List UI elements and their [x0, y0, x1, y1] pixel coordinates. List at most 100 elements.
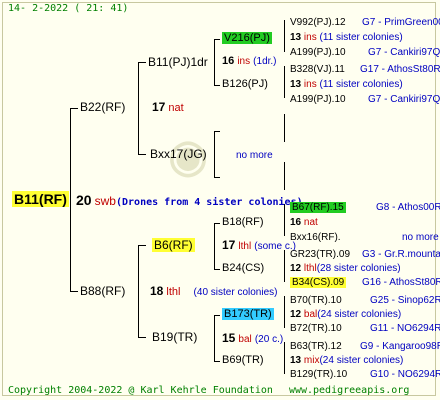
l1-info: 15 bal (20 c.) — [222, 331, 283, 345]
tree-line — [284, 204, 285, 236]
l1b-breed: bal — [303, 309, 318, 320]
tree-line — [214, 39, 215, 85]
tree-line — [284, 162, 285, 190]
l1-gen: 15 — [222, 331, 236, 345]
m1b: 13 ins (11 sister colonies) — [290, 32, 403, 43]
tree-line — [214, 315, 215, 361]
sire-mother-node[interactable]: B11(PJ)1dr — [148, 55, 208, 69]
sire-breed: nat — [168, 102, 184, 114]
root-id[interactable]: B11(RF) — [12, 191, 69, 207]
root-note: (Drones from 4 sister colonies) — [115, 197, 303, 208]
tree-line — [138, 245, 146, 246]
tree-line — [284, 296, 285, 328]
upper-node[interactable]: B6(RF) — [152, 238, 195, 252]
tree-line — [284, 250, 285, 282]
tree-line — [214, 39, 220, 40]
m2-node[interactable]: B126(PJ) — [222, 78, 268, 90]
m1c-line: G7 - Cankiri97Q — [368, 47, 440, 58]
u1b-breed: nat — [303, 217, 318, 228]
l1-note: (20 c.) — [254, 334, 284, 345]
m1-breed: ins — [237, 56, 251, 67]
u2b-breed: lthl — [303, 263, 317, 274]
dam-gen: 18 — [150, 284, 164, 298]
upper-info: 17 lthl (some c.) — [222, 238, 296, 252]
l1c-id[interactable]: B72(TR).10 — [290, 323, 342, 334]
upper-id[interactable]: B6(RF) — [152, 238, 195, 252]
l2b-gen: 13 — [290, 355, 302, 366]
u2-node[interactable]: B24(CS) — [222, 262, 264, 274]
m2c-line: G7 - Cankiri97Q — [368, 94, 440, 105]
l2c-line: G10 - NO6294R — [370, 369, 440, 380]
tree-line — [284, 342, 285, 374]
u2c-line: G16 - AthosSt80R — [362, 277, 440, 288]
l2-node[interactable]: B69(TR) — [222, 354, 264, 366]
m2b-breed: ins — [303, 79, 317, 90]
l1-breed: bal — [238, 334, 252, 345]
u1-node[interactable]: B18(RF) — [222, 216, 264, 228]
tree-line — [138, 62, 146, 63]
l2c-id[interactable]: B129(TR).10 — [290, 369, 347, 380]
l1b-note: (24 sister colonies) — [317, 309, 402, 320]
footer-copyright: Copyright 2004-2022 @ Karl Kehrle Founda… — [8, 385, 273, 396]
l2a-id[interactable]: B63(TR).12 — [290, 341, 342, 352]
u2c-id[interactable]: B34(CS).09 — [290, 277, 347, 288]
m1a-line: G7 - PrimGreen00 — [362, 17, 440, 28]
m1b-gen: 13 — [290, 32, 302, 43]
l1a-line: G25 - Sinop62R — [370, 295, 440, 306]
m1-id[interactable]: V216(PJ) — [222, 32, 272, 44]
tree-line — [214, 223, 220, 224]
u1a-line: G8 - Athos00R — [376, 202, 440, 213]
dam-note: (40 sister colonies) — [193, 287, 278, 298]
u2b-note: (28 sister colonies) — [316, 263, 401, 274]
u1a[interactable]: B67(RF).15 — [290, 202, 346, 213]
tree-line — [214, 361, 220, 362]
tree-line — [214, 315, 220, 316]
sire-father-node[interactable]: Bxx17(JG) — [150, 147, 207, 161]
m2b-gen: 13 — [290, 79, 302, 90]
upper-breed: lthl — [238, 241, 252, 252]
u1a-id[interactable]: B67(RF).15 — [290, 202, 346, 213]
m2b: 13 ins (11 sister colonies) — [290, 79, 403, 90]
root-breed: swb — [94, 194, 116, 208]
m2a-id[interactable]: B328(VJ).11 — [290, 64, 345, 75]
u2b-gen: 12 — [290, 263, 302, 274]
m1a-id[interactable]: V992(PJ).12 — [290, 17, 346, 28]
l1a-id[interactable]: B70(TR).10 — [290, 295, 342, 306]
u2c[interactable]: B34(CS).09 — [290, 277, 347, 288]
dam-node[interactable]: B88(RF) — [80, 284, 125, 298]
lower-node[interactable]: B19(TR) — [152, 330, 197, 344]
footer-site[interactable]: www.pedigreeapis.org — [289, 385, 409, 396]
tree-line — [214, 131, 220, 132]
l2a-line: G9 - Kangaroo98R — [360, 341, 440, 352]
tree-line — [214, 223, 215, 269]
m2c-id[interactable]: A199(PJ).10 — [290, 94, 346, 105]
m1-gen: 16 — [222, 55, 235, 67]
m1c-id[interactable]: A199(PJ).10 — [290, 47, 346, 58]
l1b-gen: 12 — [290, 309, 302, 320]
tree-line — [214, 269, 220, 270]
m2b-note: (11 sister colonies) — [319, 79, 403, 90]
tree-line — [138, 337, 146, 338]
u1b-gen: 16 — [290, 217, 302, 228]
l1-id[interactable]: B173(TR) — [222, 308, 274, 320]
root-gen: 20 — [76, 192, 92, 208]
u1c-note: no more — [402, 232, 439, 243]
u2a-id[interactable]: GR23(TR).09 — [290, 249, 350, 260]
m1b-note: (11 sister colonies) — [319, 32, 403, 43]
l2b-breed: mix — [303, 355, 320, 366]
m1-node[interactable]: V216(PJ) — [222, 32, 272, 44]
tree-line — [284, 20, 285, 52]
sire-node[interactable]: B22(RF) — [80, 100, 125, 114]
m1-info: 16 ins (1dr.) — [222, 55, 277, 67]
tree-line — [138, 245, 139, 337]
root-node[interactable]: B11(RF) — [12, 191, 69, 207]
footer: Copyright 2004-2022 @ Karl Kehrle Founda… — [8, 385, 409, 396]
tree-line — [214, 177, 220, 178]
l1-node[interactable]: B173(TR) — [222, 308, 274, 320]
sire-info: 17 nat — [152, 100, 184, 114]
tree-line — [284, 114, 285, 142]
u1c-id[interactable]: Bxx16(RF). — [290, 232, 341, 243]
l2b: 13 mix(24 sister colonies) — [290, 355, 403, 366]
tree-line — [214, 131, 215, 177]
pedigree-page: ◉ 14- 2-2022 ( 21: 41) B11(RF) 20 swb(Dr… — [0, 0, 440, 400]
